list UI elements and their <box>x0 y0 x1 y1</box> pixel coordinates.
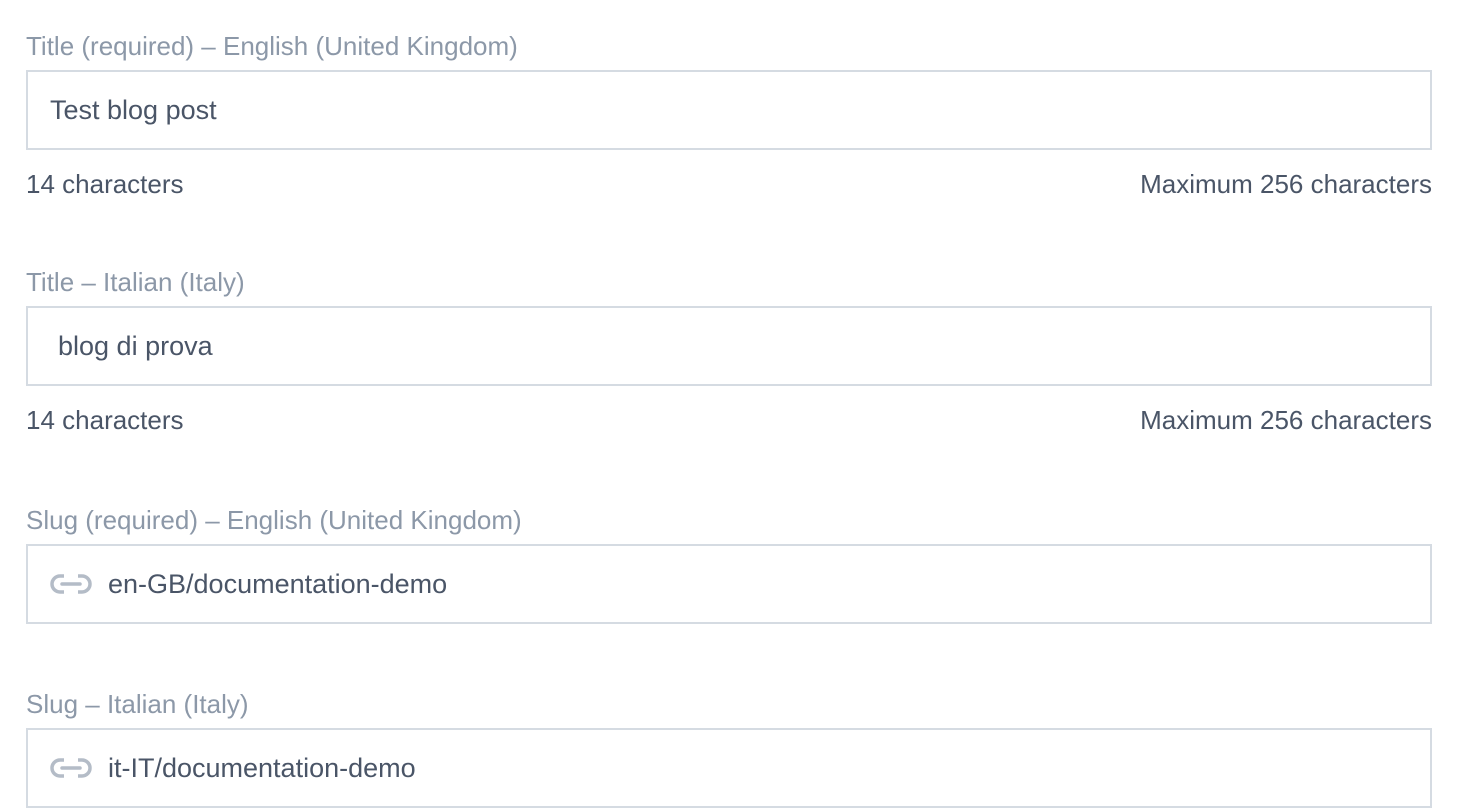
title-en-char-max: Maximum 256 characters <box>1140 169 1432 199</box>
title-it-label: Title – Italian (Italy) <box>26 267 245 297</box>
slug-en-label: Slug (required) – English (United Kingdo… <box>26 505 522 535</box>
title-it-char-count: 14 characters <box>26 405 184 435</box>
slug-en-input[interactable]: en-GB/documentation-demo <box>26 544 1432 624</box>
title-en-input[interactable]: Test blog post <box>26 70 1432 150</box>
title-it-input[interactable]: blog di prova <box>26 306 1432 386</box>
title-en-char-count: 14 characters <box>26 169 184 199</box>
title-en-label: Title (required) – English (United Kingd… <box>26 31 518 61</box>
link-icon <box>50 756 92 780</box>
link-icon <box>50 572 92 596</box>
slug-it-input[interactable]: it-IT/documentation-demo <box>26 728 1432 808</box>
slug-en-field: Slug (required) – English (United Kingdo… <box>26 505 1432 624</box>
slug-it-field: Slug – Italian (Italy) it-IT/documentati… <box>26 689 1432 808</box>
title-it-field: Title – Italian (Italy) blog di prova 14… <box>26 267 1432 435</box>
slug-it-label: Slug – Italian (Italy) <box>26 689 249 719</box>
title-en-meta: 14 characters Maximum 256 characters <box>26 169 1432 199</box>
slug-en-value: en-GB/documentation-demo <box>108 568 448 599</box>
title-en-field: Title (required) – English (United Kingd… <box>26 31 1432 199</box>
title-en-value: Test blog post <box>50 94 217 125</box>
slug-it-value: it-IT/documentation-demo <box>108 752 416 783</box>
title-it-char-max: Maximum 256 characters <box>1140 405 1432 435</box>
title-it-value: blog di prova <box>58 330 213 361</box>
title-it-meta: 14 characters Maximum 256 characters <box>26 405 1432 435</box>
